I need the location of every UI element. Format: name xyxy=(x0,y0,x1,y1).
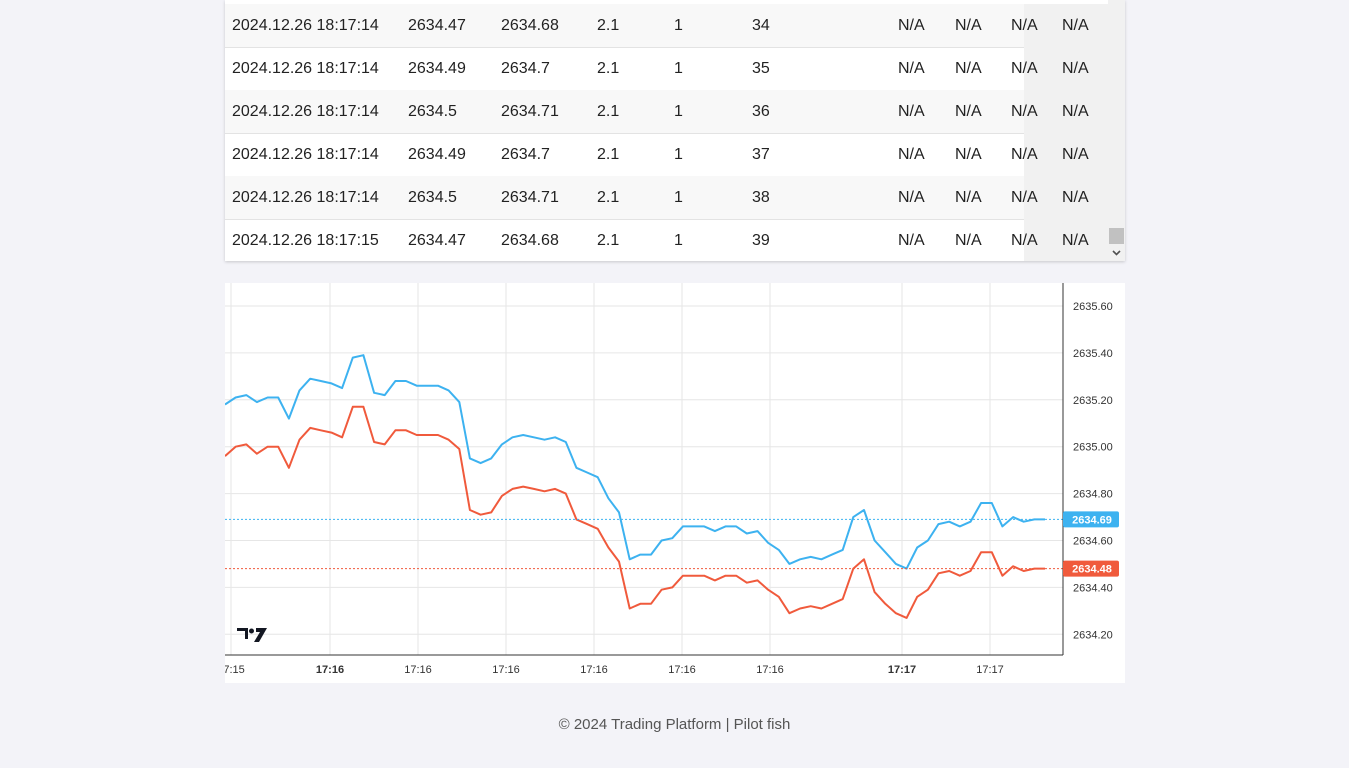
cell-volume: 1 xyxy=(674,146,683,163)
ask-price-tag: 2634.69 xyxy=(1072,514,1112,526)
x-axis-tick-label: 17:15 xyxy=(225,664,245,676)
price-chart[interactable]: 2635.60 2635.40 2635.20 2635.00 2634.80 2634.… xyxy=(225,283,1125,683)
cell-volume: 1 xyxy=(674,189,683,206)
table-row: 2024.12.26 18:17:15 2634.47 2634.68 2.1 1 39 N… xyxy=(225,219,1108,261)
x-axis-tick-label: 17:16 xyxy=(316,664,344,676)
x-axis-tick-label: 17:16 xyxy=(580,664,608,676)
cell-sequence: 39 xyxy=(752,232,770,249)
y-axis-tick-label: 2635.20 xyxy=(1073,395,1113,407)
table-row: 2024.12.26 18:17:14 2634.47 2634.68 2.1 1 34 N… xyxy=(225,4,1108,48)
cell-sequence: 38 xyxy=(752,189,770,206)
y-axis-tick-label: 2635.40 xyxy=(1073,348,1113,360)
cell-na: N/A xyxy=(898,103,925,120)
cell-na: N/A xyxy=(898,17,925,34)
table-row: 2024.12.26 18:17:14 2634.5 2634.71 2.1 1 36 N/… xyxy=(225,90,1108,134)
bid-price-tag: 2634.48 xyxy=(1072,564,1112,576)
cell-ask: 2634.7 xyxy=(501,60,550,77)
cell-bid: 2634.47 xyxy=(408,17,466,34)
tick-data-table: 2024.12.26 18:17:14 2634.47 2634.68 2.1 1 34 N… xyxy=(225,0,1125,261)
scrollbar-thumb[interactable] xyxy=(1109,228,1124,244)
cell-spread: 2.1 xyxy=(597,60,620,77)
cell-bid: 2634.5 xyxy=(408,189,457,206)
cell-timestamp: 2024.12.26 18:17:14 xyxy=(232,60,379,77)
tradingview-logo-icon[interactable] xyxy=(237,628,267,642)
cell-na: N/A xyxy=(1062,60,1089,77)
cell-ask: 2634.68 xyxy=(501,17,559,34)
price-chart-svg[interactable]: 2635.60 2635.40 2635.20 2635.00 2634.80 2634.… xyxy=(225,283,1125,683)
cell-na: N/A xyxy=(898,60,925,77)
cell-na: N/A xyxy=(898,232,925,249)
table-row: 2024.12.26 18:17:14 2634.49 2634.7 2.1 1 35 N/… xyxy=(225,47,1108,91)
cell-timestamp: 2024.12.26 18:17:15 xyxy=(232,232,379,249)
cell-na: N/A xyxy=(1011,232,1038,249)
x-axis-tick-label: 17:17 xyxy=(888,664,916,676)
cell-bid: 2634.47 xyxy=(408,232,466,249)
cell-ask: 2634.71 xyxy=(501,189,559,206)
cell-sequence: 36 xyxy=(752,103,770,120)
cell-ask: 2634.71 xyxy=(501,103,559,120)
y-axis-tick-label: 2634.20 xyxy=(1073,629,1113,641)
cell-volume: 1 xyxy=(674,103,683,120)
cell-timestamp: 2024.12.26 18:17:14 xyxy=(232,103,379,120)
cell-timestamp: 2024.12.26 18:17:14 xyxy=(232,17,379,34)
cell-timestamp: 2024.12.26 18:17:14 xyxy=(232,146,379,163)
cell-spread: 2.1 xyxy=(597,232,620,249)
ask-price-line xyxy=(225,354,1045,570)
x-axis-tick-label: 17:16 xyxy=(492,664,520,676)
cell-bid: 2634.49 xyxy=(408,60,466,77)
cell-na: N/A xyxy=(898,146,925,163)
cell-na: N/A xyxy=(955,146,982,163)
y-axis-tick-label: 2634.40 xyxy=(1073,582,1113,594)
y-axis-tick-label: 2635.00 xyxy=(1073,442,1113,454)
table-row: 2024.12.26 18:17:14 2634.5 2634.71 2.1 1 38 N/… xyxy=(225,176,1108,220)
cell-sequence: 37 xyxy=(752,146,770,163)
cell-volume: 1 xyxy=(674,232,683,249)
cell-na: N/A xyxy=(1011,60,1038,77)
cell-na: N/A xyxy=(1062,232,1089,249)
cell-spread: 2.1 xyxy=(597,17,620,34)
x-axis-tick-label: 17:16 xyxy=(756,664,784,676)
cell-spread: 2.1 xyxy=(597,146,620,163)
scroll-down-arrow-icon[interactable] xyxy=(1108,244,1125,261)
footer-copyright: © 2024 Trading Platform | Pilot fish xyxy=(558,716,791,733)
cell-na: N/A xyxy=(955,232,982,249)
cell-na: N/A xyxy=(955,103,982,120)
cell-na: N/A xyxy=(1062,189,1089,206)
cell-na: N/A xyxy=(1011,17,1038,34)
cell-na: N/A xyxy=(955,60,982,77)
cell-na: N/A xyxy=(955,17,982,34)
cell-na: N/A xyxy=(898,189,925,206)
cell-na: N/A xyxy=(1062,103,1089,120)
y-axis-tick-label: 2635.60 xyxy=(1073,301,1113,313)
y-axis-tick-label: 2634.60 xyxy=(1073,536,1113,548)
x-axis-tick-label: 17:17 xyxy=(976,664,1004,676)
cell-ask: 2634.68 xyxy=(501,232,559,249)
cell-na: N/A xyxy=(1011,189,1038,206)
cell-timestamp: 2024.12.26 18:17:14 xyxy=(232,189,379,206)
cell-spread: 2.1 xyxy=(597,103,620,120)
table-row: 2024.12.26 18:17:14 2634.49 2634.7 2.1 1 37 N/… xyxy=(225,133,1108,177)
cell-na: N/A xyxy=(1062,17,1089,34)
cell-ask: 2634.7 xyxy=(501,146,550,163)
x-axis-tick-label: 17:16 xyxy=(668,664,696,676)
cell-sequence: 35 xyxy=(752,60,770,77)
table-scrollbar[interactable] xyxy=(1108,0,1125,261)
cell-bid: 2634.5 xyxy=(408,103,457,120)
x-axis-tick-label: 17:16 xyxy=(404,664,432,676)
bid-price-line xyxy=(225,405,1045,619)
cell-volume: 1 xyxy=(674,17,683,34)
y-axis-tick-label: 2634.80 xyxy=(1073,489,1113,501)
cell-volume: 1 xyxy=(674,60,683,77)
cell-na: N/A xyxy=(1011,103,1038,120)
cell-spread: 2.1 xyxy=(597,189,620,206)
cell-na: N/A xyxy=(1062,146,1089,163)
cell-na: N/A xyxy=(955,189,982,206)
cell-sequence: 34 xyxy=(752,17,770,34)
cell-bid: 2634.49 xyxy=(408,146,466,163)
cell-na: N/A xyxy=(1011,146,1038,163)
